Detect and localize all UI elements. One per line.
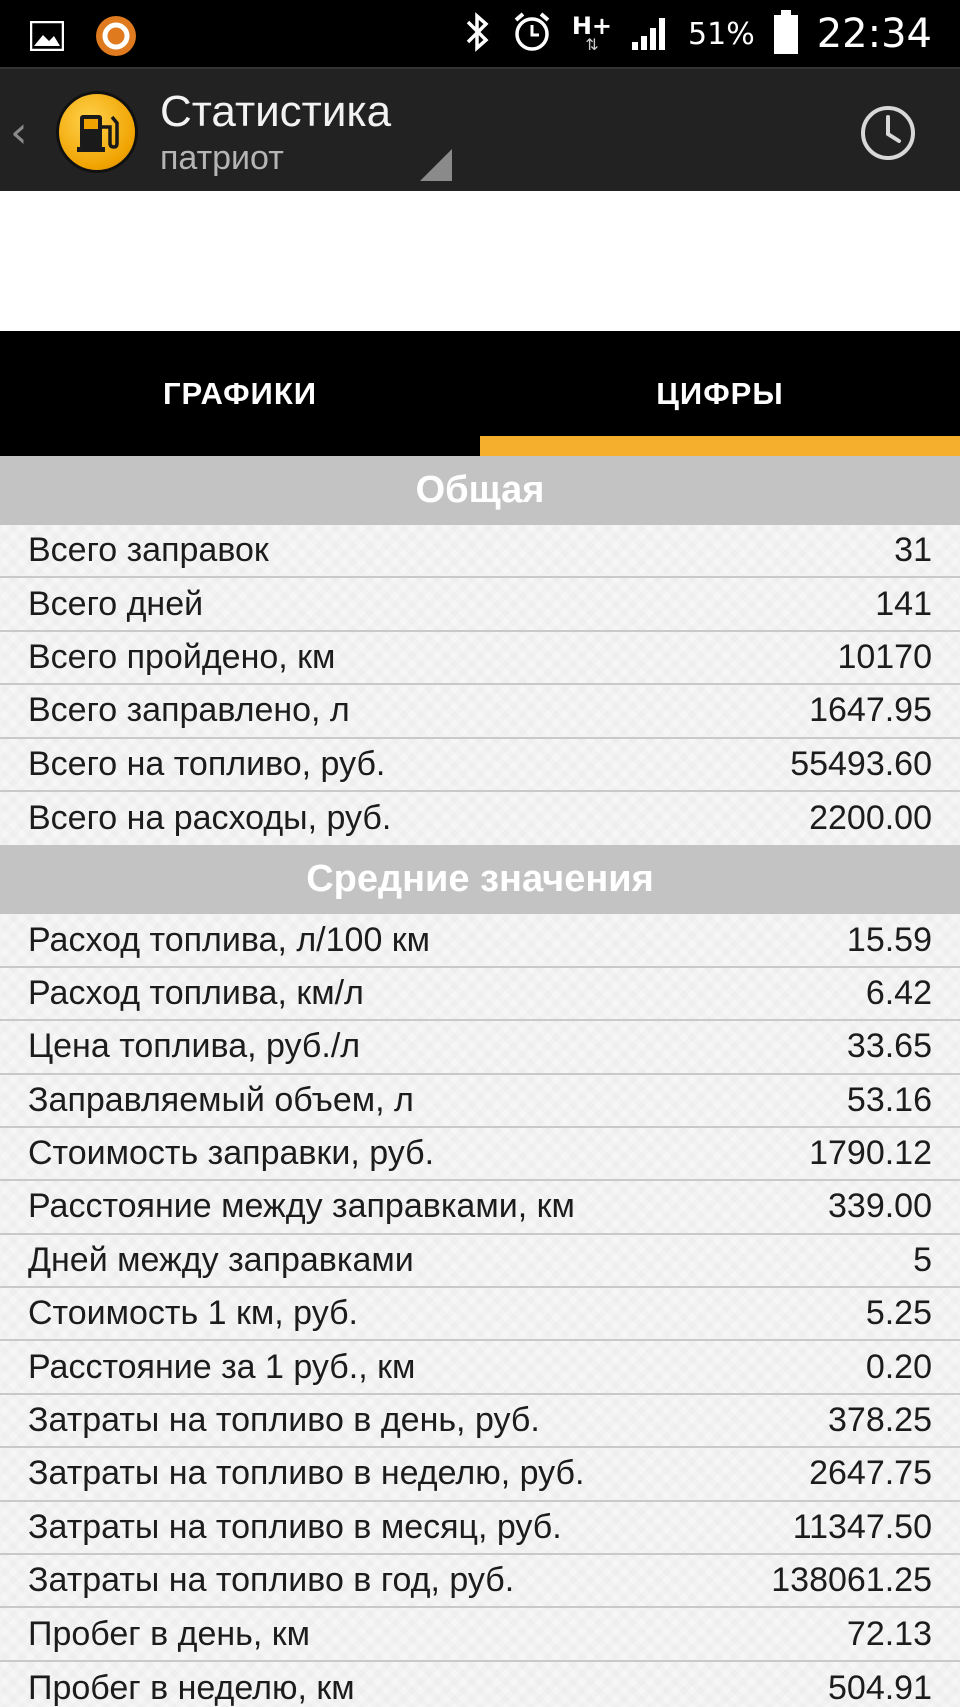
row-value: 2200.00: [809, 799, 932, 838]
row-label: Всего дней: [28, 584, 204, 623]
table-row: Затраты на топливо в год, руб. 138061.25: [0, 1555, 960, 1609]
tab-graphs[interactable]: ГРАФИКИ: [0, 331, 480, 456]
row-value: 141: [875, 584, 932, 623]
table-row: Всего заправок 31: [0, 525, 960, 579]
row-value: 1647.95: [809, 691, 932, 730]
row-label: Всего на топливо, руб.: [28, 744, 386, 783]
table-row: Всего дней 141: [0, 578, 960, 632]
ad-banner-area: [0, 191, 960, 331]
row-label: Пробег в день, км: [28, 1614, 310, 1653]
row-label: Всего пройдено, км: [28, 637, 336, 676]
row-label: Затраты на топливо в день, руб.: [28, 1401, 540, 1440]
table-row: Расход топлива, км/л 6.42: [0, 968, 960, 1022]
signal-icon: [630, 12, 670, 57]
table-row: Дней между заправками 5: [0, 1235, 960, 1289]
table-row: Всего пройдено, км 10170: [0, 632, 960, 686]
row-label: Расход топлива, л/100 км: [28, 920, 431, 959]
table-row: Затраты на топливо в месяц, руб. 11347.50: [0, 1502, 960, 1556]
row-label: Стоимость 1 км, руб.: [28, 1294, 358, 1333]
table-row: Пробег в день, км 72.13: [0, 1608, 960, 1662]
status-bar: H+ ⇅ 51% 22:34: [0, 0, 960, 67]
table-row: Заправляемый объем, л 53.16: [0, 1075, 960, 1128]
table-row: Расстояние между заправками, км 339.00: [0, 1181, 960, 1235]
table-row: Расход топлива, л/100 км 15.59: [0, 914, 960, 968]
history-clock-icon[interactable]: [858, 103, 918, 163]
tab-numbers-label: ЦИФРЫ: [656, 375, 784, 411]
table-row: Расстояние за 1 руб., км 0.20: [0, 1341, 960, 1395]
row-label: Расход топлива, км/л: [28, 973, 364, 1012]
tab-numbers[interactable]: ЦИФРЫ: [480, 331, 960, 456]
section-header-general: Общая: [0, 456, 960, 525]
network-h-plus-icon: H+ ⇅: [571, 12, 613, 54]
row-value: 5: [913, 1240, 932, 1279]
row-value: 33.65: [846, 1027, 932, 1066]
dropdown-triangle-icon[interactable]: [420, 149, 452, 181]
row-label: Стоимость заправки, руб.: [28, 1134, 435, 1173]
row-label: Всего заправок: [28, 531, 269, 570]
stats-list[interactable]: Общая Всего заправок 31 Всего дней 141 Все…: [0, 456, 960, 1707]
clock: 22:34: [816, 11, 932, 57]
section-header-averages: Средние значения: [0, 845, 960, 915]
fuel-pump-icon[interactable]: [56, 91, 138, 173]
vehicle-selector[interactable]: патриот: [160, 139, 284, 178]
row-label: Затраты на топливо в неделю, руб.: [28, 1454, 585, 1493]
row-value: 31: [894, 531, 932, 570]
notification-app-icon: [94, 14, 138, 63]
network-type: H+: [571, 12, 613, 40]
table-row: Затраты на топливо в неделю, руб. 2647.75: [0, 1448, 960, 1502]
row-label: Затраты на топливо в месяц, руб.: [28, 1507, 562, 1546]
action-bar: ‹ Статистика патриот: [0, 67, 960, 191]
section-averages: Расход топлива, л/100 км 15.59 Расход топ…: [0, 914, 960, 1707]
row-value: 339.00: [828, 1187, 932, 1226]
page-title: Статистика: [160, 87, 392, 136]
table-row: Всего заправлено, л 1647.95: [0, 685, 960, 739]
row-value: 72.13: [846, 1614, 932, 1653]
row-value: 10170: [837, 637, 932, 676]
table-row: Всего на топливо, руб. 55493.60: [0, 739, 960, 792]
table-row: Затраты на топливо в день, руб. 378.25: [0, 1395, 960, 1449]
row-value: 53.16: [846, 1080, 932, 1119]
alarm-icon: [510, 10, 554, 59]
section-general: Всего заправок 31 Всего дней 141 Всего про…: [0, 525, 960, 845]
row-value: 138061.25: [771, 1561, 932, 1600]
row-value: 378.25: [828, 1401, 932, 1440]
row-label: Затраты на топливо в год, руб.: [28, 1561, 515, 1600]
row-value: 1790.12: [809, 1134, 932, 1173]
row-value: 11347.50: [792, 1507, 932, 1546]
row-value: 2647.75: [809, 1454, 932, 1493]
row-value: 0.20: [865, 1347, 932, 1386]
tab-bar: ГРАФИКИ ЦИФРЫ: [0, 331, 960, 456]
battery-percent: 51%: [688, 16, 755, 52]
table-row: Всего на расходы, руб. 2200.00: [0, 792, 960, 845]
tab-graphs-label: ГРАФИКИ: [162, 375, 318, 411]
row-label: Всего на расходы, руб.: [28, 799, 392, 838]
battery-icon: [773, 9, 799, 60]
table-row: Цена топлива, руб./л 33.65: [0, 1021, 960, 1075]
row-label: Всего заправлено, л: [28, 691, 350, 730]
back-button[interactable]: ‹: [10, 107, 28, 158]
table-row: Стоимость заправки, руб. 1790.12: [0, 1128, 960, 1182]
tab-selected-indicator: [480, 436, 960, 456]
row-value: 6.42: [865, 973, 932, 1012]
table-row: Пробег в неделю, км 504.91: [0, 1662, 960, 1707]
row-value: 55493.60: [790, 744, 932, 783]
row-value: 504.91: [828, 1669, 932, 1707]
row-value: 5.25: [865, 1294, 932, 1333]
image-icon: [29, 20, 65, 56]
row-label: Заправляемый объем, л: [28, 1080, 414, 1119]
row-label: Пробег в неделю, км: [28, 1669, 355, 1707]
row-label: Цена топлива, руб./л: [28, 1027, 361, 1066]
row-label: Дней между заправками: [28, 1240, 414, 1279]
row-label: Расстояние за 1 руб., км: [28, 1347, 416, 1386]
row-label: Расстояние между заправками, км: [28, 1187, 575, 1226]
row-value: 15.59: [846, 920, 932, 959]
bluetooth-icon: [462, 10, 492, 59]
table-row: Стоимость 1 км, руб. 5.25: [0, 1288, 960, 1342]
